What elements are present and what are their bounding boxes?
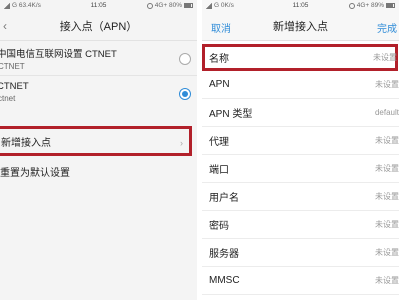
field-label: 密码 (209, 221, 229, 232)
field-value: 未设置 (375, 192, 399, 201)
field-value: 未设置 (375, 276, 399, 285)
status-bar: G 0K/s 11:05 4G+ 89% (202, 0, 399, 11)
page-title: 接入点（APN） (59, 20, 138, 33)
field-password[interactable]: 密码 未设置 (202, 211, 399, 239)
status-time: 11:05 (90, 2, 107, 9)
new-apn-screen: G 0K/s 11:05 4G+ 89% 取消 新增接入点 完成 名称 未设置 … (202, 0, 399, 300)
back-arrow-icon[interactable]: ‹ (3, 19, 7, 33)
status-bar: G 63.4K/s 11:05 4G+ 80% (0, 0, 197, 11)
field-mmsc[interactable]: MMSC 未设置 (202, 267, 399, 295)
alarm-icon (146, 2, 153, 9)
apn-name: CTNET (0, 81, 29, 92)
apn-name: 中国电信互联网设置 CTNET (0, 49, 117, 60)
add-apn-label: 新增接入点 (1, 137, 51, 149)
battery-icon (386, 3, 395, 8)
field-value: 未设置 (375, 80, 399, 89)
field-name[interactable]: 名称 未设置 (202, 44, 398, 71)
network-speed: G 0K/s (214, 2, 234, 9)
field-username[interactable]: 用户名 未设置 (202, 183, 399, 211)
done-button[interactable]: 完成 (377, 20, 397, 35)
network-status: 4G+ 89% (356, 2, 384, 9)
field-value: 未设置 (373, 53, 397, 62)
field-apn[interactable]: APN 未设置 (202, 71, 399, 99)
field-label: 代理 (209, 137, 229, 148)
field-label: 用户名 (209, 193, 239, 204)
field-port[interactable]: 端口 未设置 (202, 155, 399, 183)
field-server[interactable]: 服务器 未设置 (202, 239, 399, 267)
field-value: 未设置 (375, 248, 399, 257)
field-label: 端口 (209, 165, 229, 176)
reset-default-label: 重置为默认设置 (0, 167, 70, 179)
apn-list-screen: G 63.4K/s 11:05 4G+ 80% ‹ 接入点（APN） 中国电信互… (0, 0, 197, 300)
field-label: MMSC (209, 275, 240, 286)
network-status: 4G+ 80% (154, 2, 182, 9)
reset-default-button[interactable]: 重置为默认设置 (0, 156, 197, 186)
title-bar: 取消 新增接入点 完成 (202, 11, 399, 41)
apn-item-ctnet[interactable]: CTNET ctnet (0, 76, 197, 110)
battery-icon (184, 3, 193, 8)
alarm-icon (348, 2, 355, 9)
field-label: APN 类型 (209, 109, 253, 120)
field-value: 未设置 (375, 164, 399, 173)
chevron-right-icon: › (180, 138, 183, 148)
network-speed: G 63.4K/s (12, 2, 41, 9)
title-bar: ‹ 接入点（APN） (0, 11, 197, 41)
signal-icon (4, 2, 10, 9)
field-value: default (374, 108, 399, 117)
field-value: 未设置 (375, 136, 399, 145)
page-title: 新增接入点 (273, 20, 328, 33)
apn-radio-unselected[interactable] (179, 53, 191, 65)
add-apn-button[interactable]: 新增接入点 › (0, 126, 192, 156)
status-time: 11:05 (292, 2, 309, 9)
field-value: 未设置 (375, 220, 399, 229)
field-label: 名称 (209, 54, 229, 65)
field-label: APN (209, 79, 230, 90)
signal-icon (206, 2, 212, 9)
apn-item-ctnet-internet[interactable]: 中国电信互联网设置 CTNET CTNET (0, 41, 197, 75)
apn-value: ctnet (0, 94, 16, 103)
field-apn-type[interactable]: APN 类型 default (202, 99, 399, 127)
apn-radio-selected[interactable] (179, 88, 191, 100)
field-proxy[interactable]: 代理 未设置 (202, 127, 399, 155)
apn-value: CTNET (0, 62, 25, 71)
cancel-button[interactable]: 取消 (211, 20, 231, 35)
field-label: 服务器 (209, 249, 239, 260)
